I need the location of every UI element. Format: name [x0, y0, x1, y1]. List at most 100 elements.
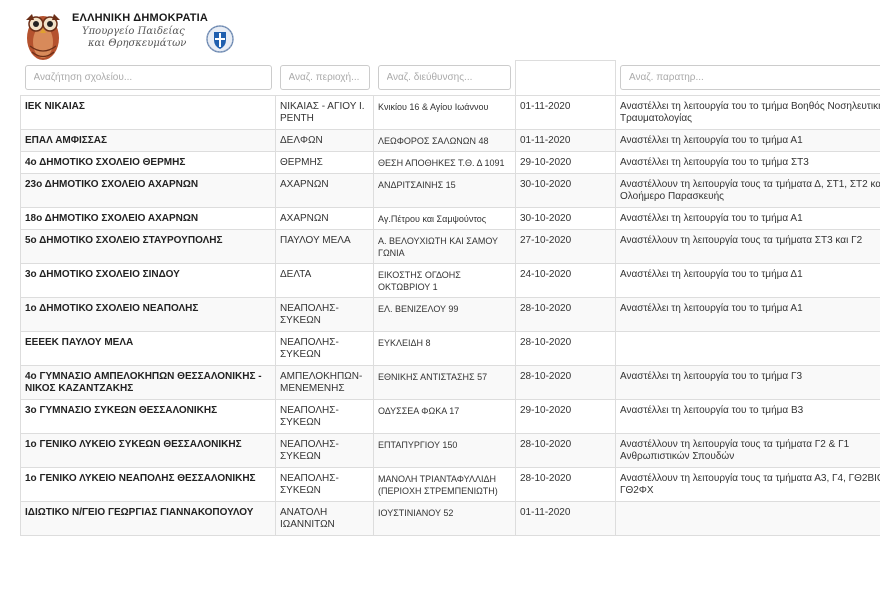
address-cell: ΕΘΝΙΚΗΣ ΑΝΤΙΣΤΑΣΗΣ 57 [373, 365, 516, 400]
note-cell [615, 331, 880, 366]
date-cell: 27-10-2020 [515, 229, 616, 264]
school-cell: 1ο ΓΕΝΙΚΟ ΛΥΚΕΙΟ ΣΥΚΕΩΝ ΘΕΣΣΑΛΟΝΙΚΗΣ [20, 433, 276, 468]
area-cell: ΝΙΚΑΙΑΣ - ΑΓΙΟΥ Ι. ΡΕΝΤΗ [275, 95, 374, 130]
date-cell: 01-11-2020 [515, 95, 616, 130]
note-cell: Αναστέλλουν τη λειτουργία τους τα τμήματ… [615, 433, 880, 468]
date-cell: 01-11-2020 [515, 129, 616, 152]
table-row: 3ο ΓΥΜΝΑΣΙΟ ΣΥΚΕΩΝ ΘΕΣΣΑΛΟΝΙΚΗΣ ΝΕΑΠΟΛΗΣ-… [20, 399, 880, 434]
area-cell: ΝΕΑΠΟΛΗΣ-ΣΥΚΕΩΝ [275, 467, 374, 502]
greek-coat-of-arms-icon [206, 25, 234, 53]
table-row: 18ο ΔΗΜΟΤΙΚΟ ΣΧΟΛΕΙΟ ΑΧΑΡΝΩΝ ΑΧΑΡΝΩΝ Αγ.Πέ… [20, 207, 880, 230]
date-cell: 28-10-2020 [515, 365, 616, 400]
school-cell: ΙΕΚ ΝΙΚΑΙΑΣ [20, 95, 276, 130]
address-cell: ΕΥΚΛΕΙΔΗ 8 [373, 331, 516, 366]
school-cell: 1ο ΓΕΝΙΚΟ ΛΥΚΕΙΟ ΝΕΑΠΟΛΗΣ ΘΕΣΣΑΛΟΝΙΚΗΣ [20, 467, 276, 502]
schools-table: ΙΕΚ ΝΙΚΑΙΑΣΝΙΚΑΙΑΣ - ΑΓΙΟΥ Ι. ΡΕΝΤΗΚνικί… [20, 60, 880, 536]
search-notes-input[interactable] [620, 65, 880, 91]
school-cell: 23ο ΔΗΜΟΤΙΚΟ ΣΧΟΛΕΙΟ ΑΧΑΡΝΩΝ [20, 173, 276, 208]
school-cell: 3ο ΓΥΜΝΑΣΙΟ ΣΥΚΕΩΝ ΘΕΣΣΑΛΟΝΙΚΗΣ [20, 399, 276, 434]
note-cell: Αναστέλλει τη λειτουργία του το τμήμα ΣΤ… [615, 151, 880, 174]
area-cell: ΝΕΑΠΟΛΗΣ-ΣΥΚΕΩΝ [275, 433, 374, 468]
note-cell: Αναστέλλουν τη λειτουργία τους τα τμήματ… [615, 467, 880, 502]
search-area-input[interactable] [279, 65, 370, 91]
date-cell: 28-10-2020 [515, 331, 616, 366]
date-cell: 28-10-2020 [515, 467, 616, 502]
address-cell: ΜΑΝΟΛΗ ΤΡΙΑΝΤΑΦΥΛΛΙΔΗ (ΠΕΡΙΟΧΗ ΣΤΡΕΜΠΕΝΙ… [373, 467, 516, 502]
school-cell: 4ο ΓΥΜΝΑΣΙΟ ΑΜΠΕΛΟΚΗΠΩΝ ΘΕΣΣΑΛΟΝΙΚΗΣ - Ν… [20, 365, 276, 400]
date-cell: 28-10-2020 [515, 433, 616, 468]
table-row: 3ο ΔΗΜΟΤΙΚΟ ΣΧΟΛΕΙΟ ΣΙΝΔΟΥ ΔΕΛΤΑ ΕΙΚΟΣΤΗΣ … [20, 263, 880, 298]
school-cell: ΕΕΕΕΚ ΠΑΥΛΟΥ ΜΕΛΑ [20, 331, 276, 366]
note-cell: Αναστέλλουν τη λειτουργία τους τα τμήματ… [615, 173, 880, 208]
filter-row [20, 60, 880, 96]
filter-cell-notes [615, 60, 880, 96]
table-row: 4ο ΓΥΜΝΑΣΙΟ ΑΜΠΕΛΟΚΗΠΩΝ ΘΕΣΣΑΛΟΝΙΚΗΣ - Ν… [20, 365, 880, 400]
school-cell: 18ο ΔΗΜΟΤΙΚΟ ΣΧΟΛΕΙΟ ΑΧΑΡΝΩΝ [20, 207, 276, 230]
area-cell: ΘΕΡΜΗΣ [275, 151, 374, 174]
note-cell: Αναστέλλει τη λειτουργία του το τμήμα Α1 [615, 129, 880, 152]
date-cell: 01-11-2020 [515, 501, 616, 536]
table-row: 1ο ΓΕΝΙΚΟ ΛΥΚΕΙΟ ΝΕΑΠΟΛΗΣ ΘΕΣΣΑΛΟΝΙΚΗΣ ΝΕ… [20, 467, 880, 502]
area-cell: ΑΜΠΕΛΟΚΗΠΩΝ-ΜΕΝΕΜΕΝΗΣ [275, 365, 374, 400]
table-row: 23ο ΔΗΜΟΤΙΚΟ ΣΧΟΛΕΙΟ ΑΧΑΡΝΩΝ ΑΧΑΡΝΩΝ ΑΝΔΡΙ… [20, 173, 880, 208]
search-school-input[interactable] [24, 65, 272, 91]
ministry-title: ΕΛΛΗΝΙΚΗ ΔΗΜΟΚΡΑΤΙΑ Υπουργείο Παιδείας κ… [72, 12, 208, 49]
address-cell: ΕΛ. ΒΕΝΙΖΕΛΟΥ 99 [373, 297, 516, 332]
address-cell: ΙΟΥΣΤΙΝΙΑΝΟΥ 52 [373, 501, 516, 536]
note-cell: Αναστέλλει τη λειτουργία του το τμήμα Α1 [615, 207, 880, 230]
ministry-line1: ΕΛΛΗΝΙΚΗ ΔΗΜΟΚΡΑΤΙΑ [72, 12, 209, 24]
note-cell: Αναστέλλει τη λειτουργία του το τμήμα Α1 [615, 297, 880, 332]
table-row: ΕΕΕΕΚ ΠΑΥΛΟΥ ΜΕΛΑ ΝΕΑΠΟΛΗΣ-ΣΥΚΕΩΝ ΕΥΚΛΕΙΔΗ… [20, 331, 880, 366]
note-cell: Αναστέλλει τη λειτουργία του το τμήμα Βο… [615, 95, 880, 130]
school-cell: 5ο ΔΗΜΟΤΙΚΟ ΣΧΟΛΕΙΟ ΣΤΑΥΡΟΥΠΟΛΗΣ [20, 229, 276, 264]
note-cell: Αναστέλλουν τη λειτουργία τους τα τμήματ… [615, 229, 880, 264]
address-cell: ΘΕΣΗ ΑΠΟΘΗΚΕΣ Τ.Θ. Δ 1091 [373, 151, 516, 174]
filter-cell-date [515, 60, 616, 96]
note-cell: Αναστέλλει τη λειτουργία του το τμήμα Γ3 [615, 365, 880, 400]
table-row: 4ο ΔΗΜΟΤΙΚΟ ΣΧΟΛΕΙΟ ΘΕΡΜΗΣ ΘΕΡΜΗΣ ΘΕΣΗ ΑΠΟ… [20, 151, 880, 174]
area-cell: ΔΕΛΦΩΝ [275, 129, 374, 152]
area-cell: ΝΕΑΠΟΛΗΣ-ΣΥΚΕΩΝ [275, 297, 374, 332]
table-row: 5ο ΔΗΜΟΤΙΚΟ ΣΧΟΛΕΙΟ ΣΤΑΥΡΟΥΠΟΛΗΣ ΠΑΥΛΟΥ Μ… [20, 229, 880, 264]
area-cell: ΔΕΛΤΑ [275, 263, 374, 298]
table-row: 1ο ΔΗΜΟΤΙΚΟ ΣΧΟΛΕΙΟ ΝΕΑΠΟΛΗΣ ΝΕΑΠΟΛΗΣ-ΣΥΚ… [20, 297, 880, 332]
owl-logo-icon [26, 14, 60, 60]
date-cell: 30-10-2020 [515, 173, 616, 208]
date-cell: 24-10-2020 [515, 263, 616, 298]
table-row: 1ο ΓΕΝΙΚΟ ΛΥΚΕΙΟ ΣΥΚΕΩΝ ΘΕΣΣΑΛΟΝΙΚΗΣ ΝΕΑΠ… [20, 433, 880, 468]
table-row: ΕΠΑΛ ΑΜΦΙΣΣΑΣ ΔΕΛΦΩΝ ΛΕΩΦΟΡΟΣ ΣΑΛΩΝΩΝ 48 01… [20, 129, 880, 152]
date-cell: 29-10-2020 [515, 399, 616, 434]
table-row: ΙΕΚ ΝΙΚΑΙΑΣ ΝΙΚΑΙΑΣ - ΑΓΙΟΥ Ι. ΡΕΝΤΗ Κνικί… [20, 95, 880, 130]
address-cell: Α. ΒΕΛΟΥΧΙΩΤΗ ΚΑΙ ΣΑΜΟΥ ΓΩΝΙΑ [373, 229, 516, 264]
area-cell: ΑΧΑΡΝΩΝ [275, 173, 374, 208]
address-cell: ΑΝΔΡΙΤΣΑΙΝΗΣ 15 [373, 173, 516, 208]
filter-cell-area [275, 60, 374, 96]
address-cell: ΛΕΩΦΟΡΟΣ ΣΑΛΩΝΩΝ 48 [373, 129, 516, 152]
note-cell: Αναστέλλει τη λειτουργία του το τμήμα Δ1 [615, 263, 880, 298]
school-cell: 1ο ΔΗΜΟΤΙΚΟ ΣΧΟΛΕΙΟ ΝΕΑΠΟΛΗΣ [20, 297, 276, 332]
table-row: ΙΔΙΩΤΙΚΟ Ν/ΓΕΙΟ ΓΕΩΡΓΙΑΣ ΓΙΑΝΝΑΚΟΠΟΥΛΟΥ Α… [20, 501, 880, 536]
area-cell: ΠΑΥΛΟΥ ΜΕΛΑ [275, 229, 374, 264]
area-cell: ΑΝΑΤΟΛΗ ΙΩΑΝΝΙΤΩΝ [275, 501, 374, 536]
school-cell: 4ο ΔΗΜΟΤΙΚΟ ΣΧΟΛΕΙΟ ΘΕΡΜΗΣ [20, 151, 276, 174]
school-cell: ΙΔΙΩΤΙΚΟ Ν/ΓΕΙΟ ΓΕΩΡΓΙΑΣ ΓΙΑΝΝΑΚΟΠΟΥΛΟΥ [20, 501, 276, 536]
date-cell: 29-10-2020 [515, 151, 616, 174]
address-cell: Κνικίου 16 & Αγίου Ιωάννου [373, 95, 516, 130]
area-cell: ΝΕΑΠΟΛΗΣ-ΣΥΚΕΩΝ [275, 331, 374, 366]
search-address-input[interactable] [377, 65, 511, 91]
note-cell [615, 501, 880, 536]
address-cell: Αγ.Πέτρου και Σαμψούντος [373, 207, 516, 230]
ministry-line3: και Θρησκευμάτων [88, 38, 187, 49]
note-cell: Αναστέλλει τη λειτουργία του το τμήμα Β3 [615, 399, 880, 434]
area-cell: ΝΕΑΠΟΛΗΣ-ΣΥΚΕΩΝ [275, 399, 374, 434]
date-cell: 28-10-2020 [515, 297, 616, 332]
address-cell: ΟΔΥΣΣΕΑ ΦΩΚΑ 17 [373, 399, 516, 434]
address-cell: ΕΙΚΟΣΤΗΣ ΟΓΔΟΗΣ ΟΚΤΩΒΡΙΟΥ 1 [373, 263, 516, 298]
school-cell: 3ο ΔΗΜΟΤΙΚΟ ΣΧΟΛΕΙΟ ΣΙΝΔΟΥ [20, 263, 276, 298]
page-header: ΕΛΛΗΝΙΚΗ ΔΗΜΟΚΡΑΤΙΑ Υπουργείο Παιδείας κ… [0, 0, 880, 62]
ministry-line2: Υπουργείο Παιδείας [82, 26, 185, 37]
area-cell: ΑΧΑΡΝΩΝ [275, 207, 374, 230]
date-cell: 30-10-2020 [515, 207, 616, 230]
school-cell: ΕΠΑΛ ΑΜΦΙΣΣΑΣ [20, 129, 276, 152]
filter-cell-school [20, 60, 276, 96]
